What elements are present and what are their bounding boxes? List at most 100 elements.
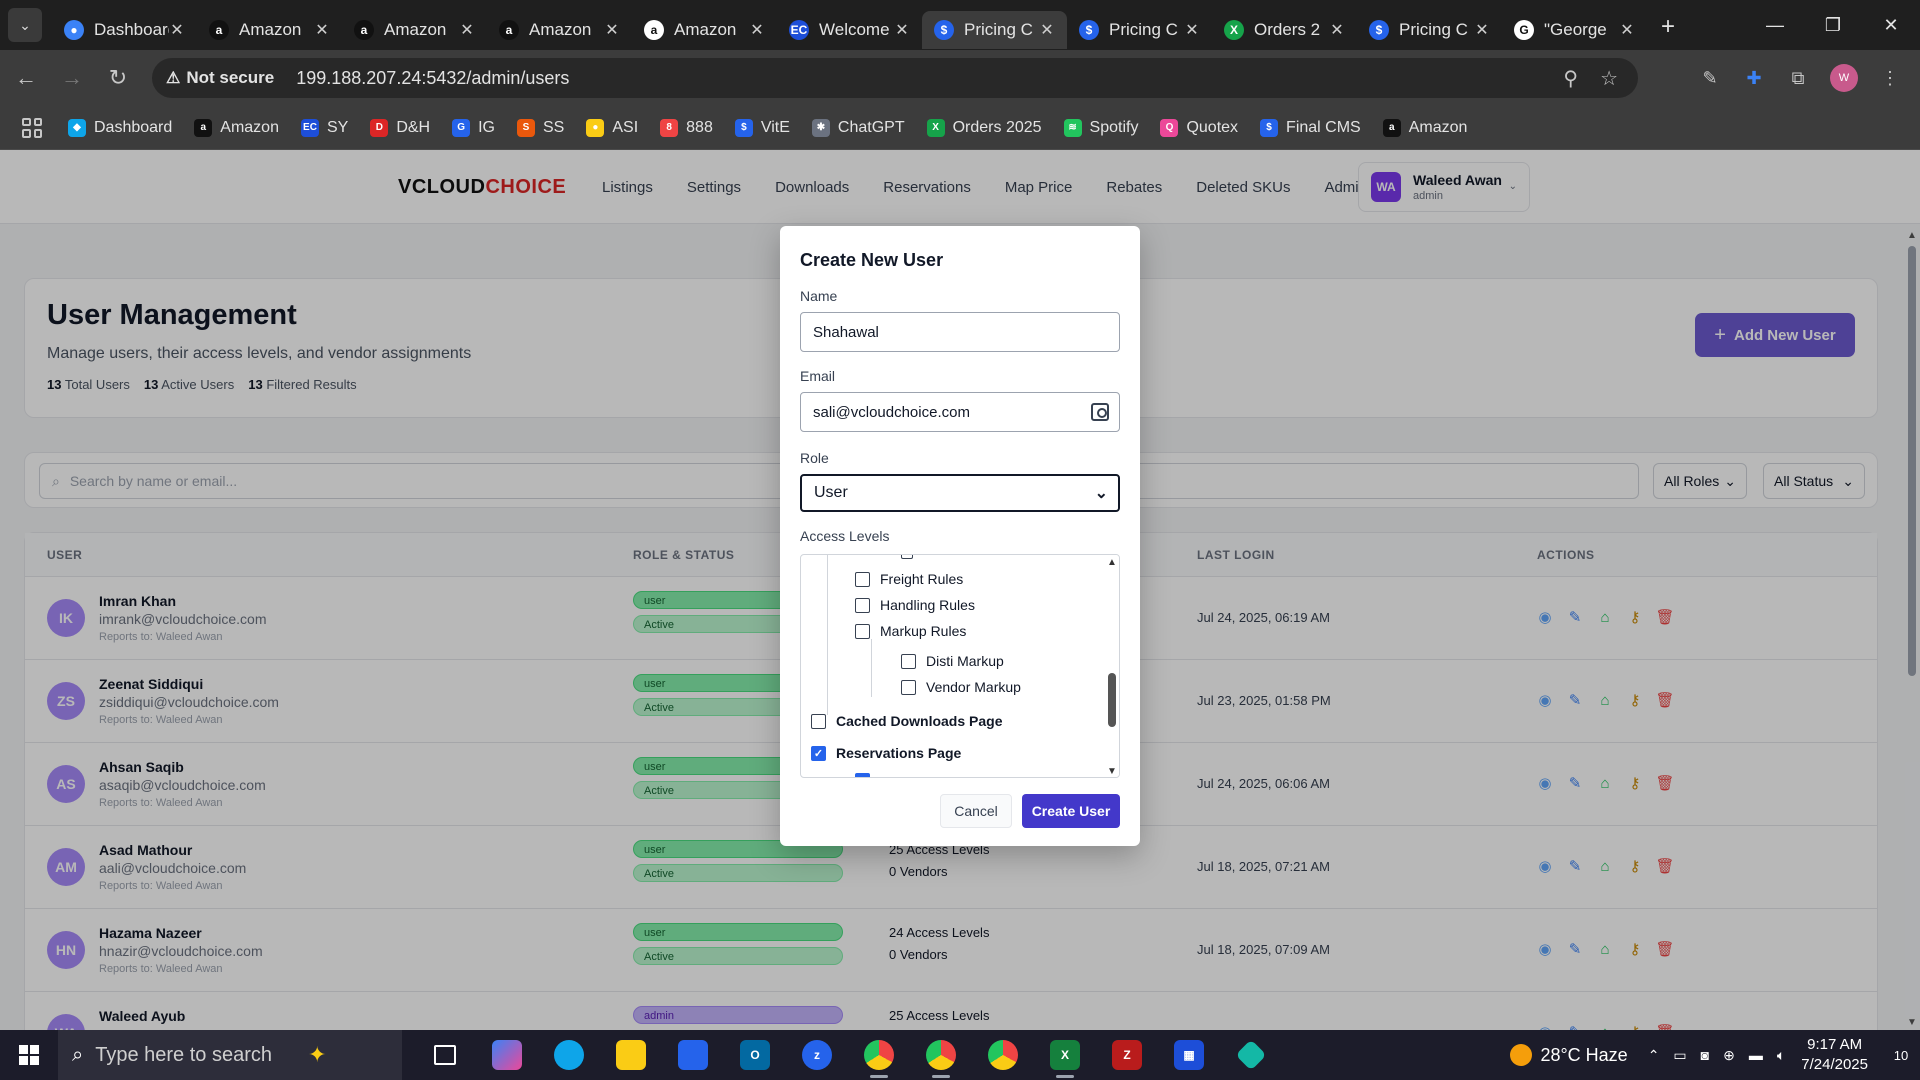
camera-icon[interactable]: ◙ xyxy=(1701,1047,1709,1064)
zoom-app-icon[interactable]: z xyxy=(786,1030,848,1080)
tab-close-icon[interactable]: ✕ xyxy=(604,20,620,40)
bookmark-item[interactable]: ✱ ChatGPT xyxy=(811,118,905,137)
checkbox-partial-hidden[interactable] xyxy=(901,555,913,559)
bookmark-item[interactable]: ● ASI xyxy=(586,118,638,137)
bookmark-item[interactable]: 8 888 xyxy=(660,118,713,137)
excel-app-icon[interactable]: X xyxy=(1034,1030,1096,1080)
access-scroll-thumb[interactable] xyxy=(1108,673,1116,727)
bookmark-star-icon[interactable]: ☆ xyxy=(1600,66,1618,91)
back-icon[interactable]: ← xyxy=(6,58,46,98)
start-button[interactable] xyxy=(0,1030,58,1080)
browser-tab[interactable]: a Amazon ✕ xyxy=(342,11,487,49)
battery-icon[interactable]: ▬ xyxy=(1749,1047,1763,1064)
bookmark-item[interactable]: EC SY xyxy=(300,118,348,137)
access-checkbox[interactable] xyxy=(901,653,916,669)
access-checkbox[interactable] xyxy=(855,597,870,613)
access-level-item[interactable]: Freight Rules xyxy=(855,571,963,587)
browser-tab[interactable]: a Amazon ✕ xyxy=(487,11,632,49)
tab-close-icon[interactable]: ✕ xyxy=(1039,20,1055,40)
chevron-up-icon[interactable]: ⌃ xyxy=(1648,1047,1660,1064)
tab-close-icon[interactable]: ✕ xyxy=(749,20,765,40)
calculator-app-icon[interactable]: ▦ xyxy=(1158,1030,1220,1080)
chrome-profile3-app-icon[interactable] xyxy=(972,1030,1034,1080)
extension-leaf-icon[interactable]: ✎ xyxy=(1698,66,1722,90)
access-scrollbar[interactable]: ▲ ▼ xyxy=(1105,555,1119,777)
task-view-icon[interactable] xyxy=(414,1030,476,1080)
copilot-sparkle-icon[interactable]: ✦ xyxy=(308,1042,326,1068)
minimize-icon[interactable]: — xyxy=(1746,0,1804,50)
chrome-profile2-app-icon[interactable] xyxy=(910,1030,972,1080)
filezilla-app-icon[interactable]: Z xyxy=(1096,1030,1158,1080)
bookmark-item[interactable]: S SS xyxy=(517,118,564,137)
clock[interactable]: 9:17 AM 7/24/2025 xyxy=(1801,1035,1868,1075)
browser-tab[interactable]: $ Pricing C ✕ xyxy=(1357,11,1502,49)
browser-tab[interactable]: $ Pricing C ✕ xyxy=(922,11,1067,49)
cancel-button[interactable]: Cancel xyxy=(940,794,1012,828)
browser-tab[interactable]: G "George ✕ xyxy=(1502,11,1647,49)
name-field[interactable]: Shahawal xyxy=(800,312,1120,352)
browser-tab[interactable]: a Amazon ✕ xyxy=(197,11,342,49)
chrome-app-icon[interactable] xyxy=(848,1030,910,1080)
notification-center-icon[interactable]: 10 xyxy=(1882,1048,1920,1063)
access-level-item[interactable]: Cached Downloads Page xyxy=(811,713,1002,729)
access-checkbox[interactable] xyxy=(855,571,870,587)
access-checkbox[interactable]: ✓ xyxy=(811,745,826,761)
bookmark-item[interactable]: a Amazon xyxy=(1382,118,1467,137)
create-user-button[interactable]: Create User xyxy=(1022,794,1120,828)
tab-search-icon[interactable]: ⌄ xyxy=(8,8,42,42)
access-level-item[interactable]: Handling Rules xyxy=(855,597,975,613)
tab-close-icon[interactable]: ✕ xyxy=(169,20,185,40)
scroll-down-icon[interactable]: ▼ xyxy=(1107,766,1117,777)
bookmark-item[interactable]: G IG xyxy=(452,118,495,137)
bookmark-item[interactable]: $ VitE xyxy=(734,118,790,137)
security-indicator[interactable]: ⚠ Not secure xyxy=(166,68,274,88)
tab-close-icon[interactable]: ✕ xyxy=(1474,20,1490,40)
scroll-up-icon[interactable]: ▲ xyxy=(1107,557,1117,568)
store-app-icon[interactable] xyxy=(662,1030,724,1080)
new-tab-icon[interactable]: + xyxy=(1661,13,1675,41)
forward-icon[interactable]: → xyxy=(52,58,92,98)
extensions-puzzle-icon[interactable]: ⧉ xyxy=(1786,66,1810,90)
extension-blue-icon[interactable]: ✚ xyxy=(1742,66,1766,90)
teal-app-icon[interactable] xyxy=(1220,1030,1282,1080)
access-level-item[interactable]: Vendor Markup xyxy=(901,679,1021,695)
address-bar[interactable]: ⚠ Not secure 199.188.207.24:5432/admin/u… xyxy=(152,58,1638,98)
browser-tab[interactable]: X Orders 2 ✕ xyxy=(1212,11,1357,49)
bookmark-item[interactable]: Q Quotex xyxy=(1160,118,1238,137)
access-levels-list[interactable]: ▲ ▼ Freight Rules Handling Rules Markup Ru… xyxy=(800,554,1120,778)
file-explorer-app-icon[interactable] xyxy=(600,1030,662,1080)
taskbar-search-input[interactable]: ⌕ Type here to search ✦ xyxy=(58,1030,402,1080)
browser-tab[interactable]: $ Pricing C ✕ xyxy=(1067,11,1212,49)
tab-close-icon[interactable]: ✕ xyxy=(1329,20,1345,40)
bookmark-item[interactable]: ≋ Spotify xyxy=(1063,118,1138,137)
chat-icon[interactable]: ▭ xyxy=(1673,1047,1686,1064)
tab-close-icon[interactable]: ✕ xyxy=(314,20,330,40)
access-level-item[interactable]: Markup Rules xyxy=(855,623,966,639)
access-checkbox[interactable] xyxy=(901,679,916,695)
autofill-scan-icon[interactable] xyxy=(1091,403,1109,421)
apps-grid-icon[interactable] xyxy=(22,117,42,138)
close-window-icon[interactable]: ✕ xyxy=(1862,0,1920,50)
weather-widget[interactable]: 28°C Haze xyxy=(1510,1044,1628,1066)
edge-app-icon[interactable] xyxy=(538,1030,600,1080)
access-level-item[interactable]: Disti Markup xyxy=(901,653,1004,669)
copilot-app-icon[interactable] xyxy=(476,1030,538,1080)
tab-close-icon[interactable]: ✕ xyxy=(894,20,910,40)
volume-icon[interactable]: 🔈︎ xyxy=(1777,1047,1785,1064)
bookmark-item[interactable]: X Orders 2025 xyxy=(926,118,1042,137)
access-level-item[interactable]: ✓ Reservations Page xyxy=(811,745,961,761)
outlook-app-icon[interactable]: O xyxy=(724,1030,786,1080)
bookmark-item[interactable]: a Amazon xyxy=(194,118,279,137)
profile-avatar[interactable]: W xyxy=(1830,64,1858,92)
location-icon[interactable]: ⊕ xyxy=(1723,1047,1735,1064)
restore-icon[interactable]: ❐ xyxy=(1804,0,1862,50)
bookmark-item[interactable]: $ Final CMS xyxy=(1260,118,1361,137)
tab-close-icon[interactable]: ✕ xyxy=(1619,20,1635,40)
bookmark-item[interactable]: ◆ Dashboard xyxy=(68,118,172,137)
zoom-icon[interactable]: ⚲ xyxy=(1563,66,1578,91)
browser-menu-icon[interactable]: ⋮ xyxy=(1878,66,1902,90)
tab-close-icon[interactable]: ✕ xyxy=(459,20,475,40)
bookmark-item[interactable]: D D&H xyxy=(370,118,430,137)
browser-tab[interactable]: a Amazon ✕ xyxy=(632,11,777,49)
access-checkbox[interactable] xyxy=(811,713,826,729)
